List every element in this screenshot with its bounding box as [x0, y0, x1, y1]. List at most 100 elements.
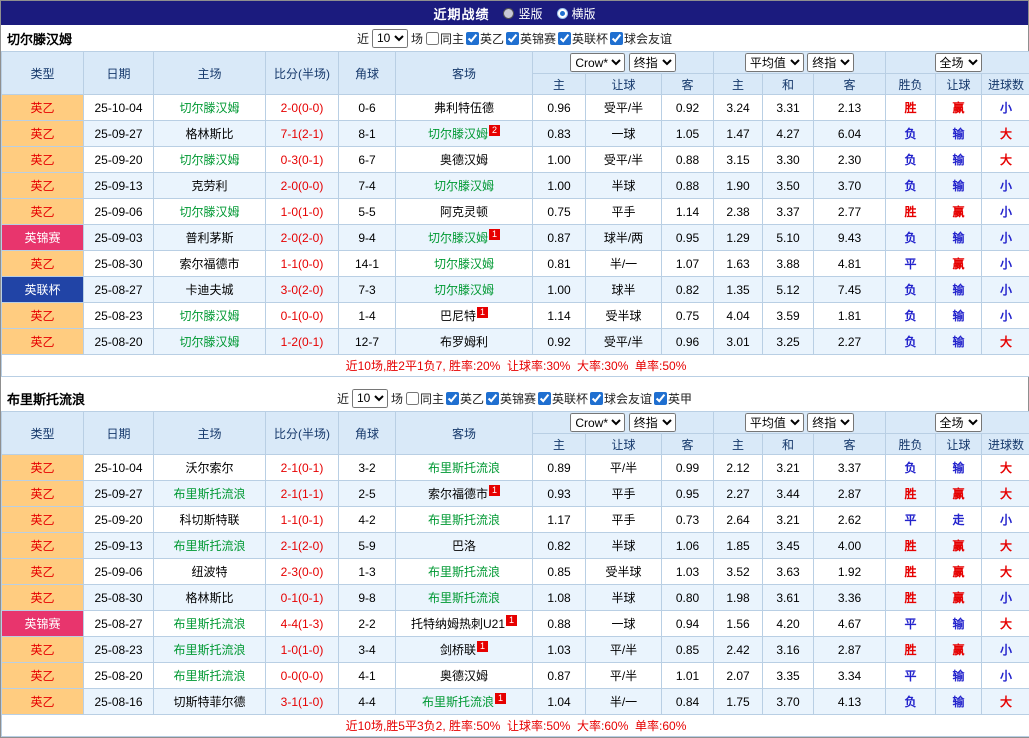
- filter-checkbox[interactable]: 同主: [426, 30, 464, 47]
- filter-checkbox[interactable]: 同主: [406, 390, 444, 407]
- europe-away-odds-cell: 6.04: [814, 121, 886, 147]
- team-name[interactable]: 切尔滕汉姆: [179, 101, 239, 115]
- checkbox-input[interactable]: [466, 32, 479, 45]
- team-name[interactable]: 布罗姆利: [440, 335, 488, 349]
- asian-handicap-cell: 受平/半: [586, 95, 662, 121]
- team-name[interactable]: 索尔福德市: [179, 257, 239, 271]
- checkbox-input[interactable]: [506, 32, 519, 45]
- winloss-result-cell: 胜: [886, 481, 936, 507]
- team-name[interactable]: 切尔滕汉姆: [179, 153, 239, 167]
- europe-avg-select[interactable]: 平均值: [745, 53, 804, 72]
- team-name[interactable]: 布里斯托流浪: [173, 487, 245, 501]
- corner-cell: 8-1: [339, 121, 396, 147]
- away-team-cell: 布里斯托流浪: [396, 559, 533, 585]
- checkbox-input[interactable]: [486, 392, 499, 405]
- team-name[interactable]: 布里斯托流浪: [173, 617, 245, 631]
- checkbox-input[interactable]: [610, 32, 623, 45]
- team-name[interactable]: 布里斯托流浪: [428, 591, 500, 605]
- checkbox-input[interactable]: [426, 32, 439, 45]
- date-cell: 25-10-04: [84, 455, 154, 481]
- asian-odds-time-select[interactable]: 终指: [629, 53, 676, 72]
- europe-odds-time-select[interactable]: 终指: [807, 53, 854, 72]
- layout-radio-horizontal[interactable]: 横版: [557, 5, 596, 22]
- team-name[interactable]: 克劳利: [191, 179, 227, 193]
- filter-checkbox[interactable]: 英锦赛: [506, 30, 556, 47]
- team-name[interactable]: 剑桥联: [440, 643, 476, 657]
- team-name[interactable]: 科切斯特联: [179, 513, 239, 527]
- asian-odds-time-select[interactable]: 终指: [629, 413, 676, 432]
- asian-handicap-cell: 半/一: [586, 251, 662, 277]
- team-name[interactable]: 阿克灵顿: [440, 205, 488, 219]
- team-name[interactable]: 切尔滕汉姆: [434, 179, 494, 193]
- team-name[interactable]: 切尔滕汉姆: [434, 257, 494, 271]
- team-name[interactable]: 卡迪夫城: [185, 283, 233, 297]
- asian-away-odds-cell: 1.07: [662, 251, 714, 277]
- bookmaker-select[interactable]: Crow*: [570, 53, 625, 72]
- result-scope-select[interactable]: 全场: [935, 413, 982, 432]
- team-name[interactable]: 布里斯托流浪: [173, 669, 245, 683]
- filter-checkbox[interactable]: 英联杯: [538, 390, 588, 407]
- team-name[interactable]: 普利茅斯: [185, 231, 233, 245]
- bookmaker-select[interactable]: Crow*: [570, 413, 625, 432]
- europe-avg-select[interactable]: 平均值: [745, 413, 804, 432]
- team-name[interactable]: 沃尔索尔: [185, 461, 233, 475]
- match-count-select[interactable]: 10: [352, 389, 388, 408]
- team-name[interactable]: 布里斯托流浪: [422, 695, 494, 709]
- match-count-select[interactable]: 10: [372, 29, 408, 48]
- team-name[interactable]: 奥德汉姆: [440, 153, 488, 167]
- team-name[interactable]: 布里斯托流浪: [428, 513, 500, 527]
- filter-checkbox[interactable]: 球会友谊: [610, 30, 672, 47]
- team-name[interactable]: 切尔滕汉姆: [428, 231, 488, 245]
- team-name[interactable]: 纽波特: [191, 565, 227, 579]
- filter-checkbox[interactable]: 英乙: [466, 30, 504, 47]
- filter-checkbox[interactable]: 英联杯: [558, 30, 608, 47]
- checkbox-input[interactable]: [654, 392, 667, 405]
- team-block-bristol-rovers: 布里斯托流浪 近 10 场 同主英乙英锦赛英联杯球会友谊英甲 类型 日期 主场 …: [1, 385, 1028, 737]
- team-title: 切尔滕汉姆: [7, 29, 72, 48]
- checkbox-input[interactable]: [590, 392, 603, 405]
- team-name[interactable]: 切尔滕汉姆: [179, 335, 239, 349]
- col-header-europe-home: 主: [714, 74, 763, 95]
- europe-odds-time-select[interactable]: 终指: [807, 413, 854, 432]
- team-name[interactable]: 切斯特菲尔德: [173, 695, 245, 709]
- team-name[interactable]: 巴洛: [452, 539, 476, 553]
- team-name[interactable]: 巴尼特: [440, 309, 476, 323]
- filter-checkbox[interactable]: 英乙: [446, 390, 484, 407]
- score-cell: 7-1(2-1): [266, 121, 339, 147]
- team-name[interactable]: 布里斯托流浪: [428, 461, 500, 475]
- team-name[interactable]: 格林斯比: [185, 127, 233, 141]
- league-type-cell: 英乙: [2, 199, 84, 225]
- table-toolbar: 切尔滕汉姆 近 10 场 同主英乙英锦赛英联杯球会友谊: [1, 25, 1028, 51]
- checkbox-input[interactable]: [406, 392, 419, 405]
- league-type-cell: 英乙: [2, 559, 84, 585]
- score-cell: 0-1(0-0): [266, 303, 339, 329]
- filter-checkbox[interactable]: 英锦赛: [486, 390, 536, 407]
- team-name[interactable]: 布里斯托流浪: [173, 539, 245, 553]
- team-name[interactable]: 布里斯托流浪: [428, 565, 500, 579]
- team-name[interactable]: 切尔滕汉姆: [434, 283, 494, 297]
- team-name[interactable]: 切尔滕汉姆: [179, 205, 239, 219]
- team-name[interactable]: 奥德汉姆: [440, 669, 488, 683]
- away-team-cell: 巴洛: [396, 533, 533, 559]
- goals-result-cell: 小: [982, 95, 1029, 121]
- team-name[interactable]: 格林斯比: [185, 591, 233, 605]
- filter-checkbox[interactable]: 球会友谊: [590, 390, 652, 407]
- team-name[interactable]: 托特纳姆热刺U21: [411, 617, 505, 631]
- radio-icon-vertical[interactable]: [503, 8, 514, 19]
- radio-icon-horizontal[interactable]: [557, 8, 568, 19]
- result-scope-select[interactable]: 全场: [935, 53, 982, 72]
- team-name[interactable]: 布里斯托流浪: [173, 643, 245, 657]
- team-name[interactable]: 切尔滕汉姆: [428, 127, 488, 141]
- team-name[interactable]: 索尔福德市: [428, 487, 488, 501]
- filter-checkbox[interactable]: 英甲: [654, 390, 692, 407]
- score-cell: 3-0(2-0): [266, 277, 339, 303]
- checkbox-input[interactable]: [446, 392, 459, 405]
- europe-away-odds-cell: 2.13: [814, 95, 886, 121]
- checkbox-input[interactable]: [558, 32, 571, 45]
- asian-handicap-cell: 一球: [586, 611, 662, 637]
- europe-draw-odds-cell: 4.20: [763, 611, 814, 637]
- team-name[interactable]: 弗利特伍德: [434, 101, 494, 115]
- checkbox-input[interactable]: [538, 392, 551, 405]
- layout-radio-vertical[interactable]: 竖版: [503, 5, 542, 22]
- team-name[interactable]: 切尔滕汉姆: [179, 309, 239, 323]
